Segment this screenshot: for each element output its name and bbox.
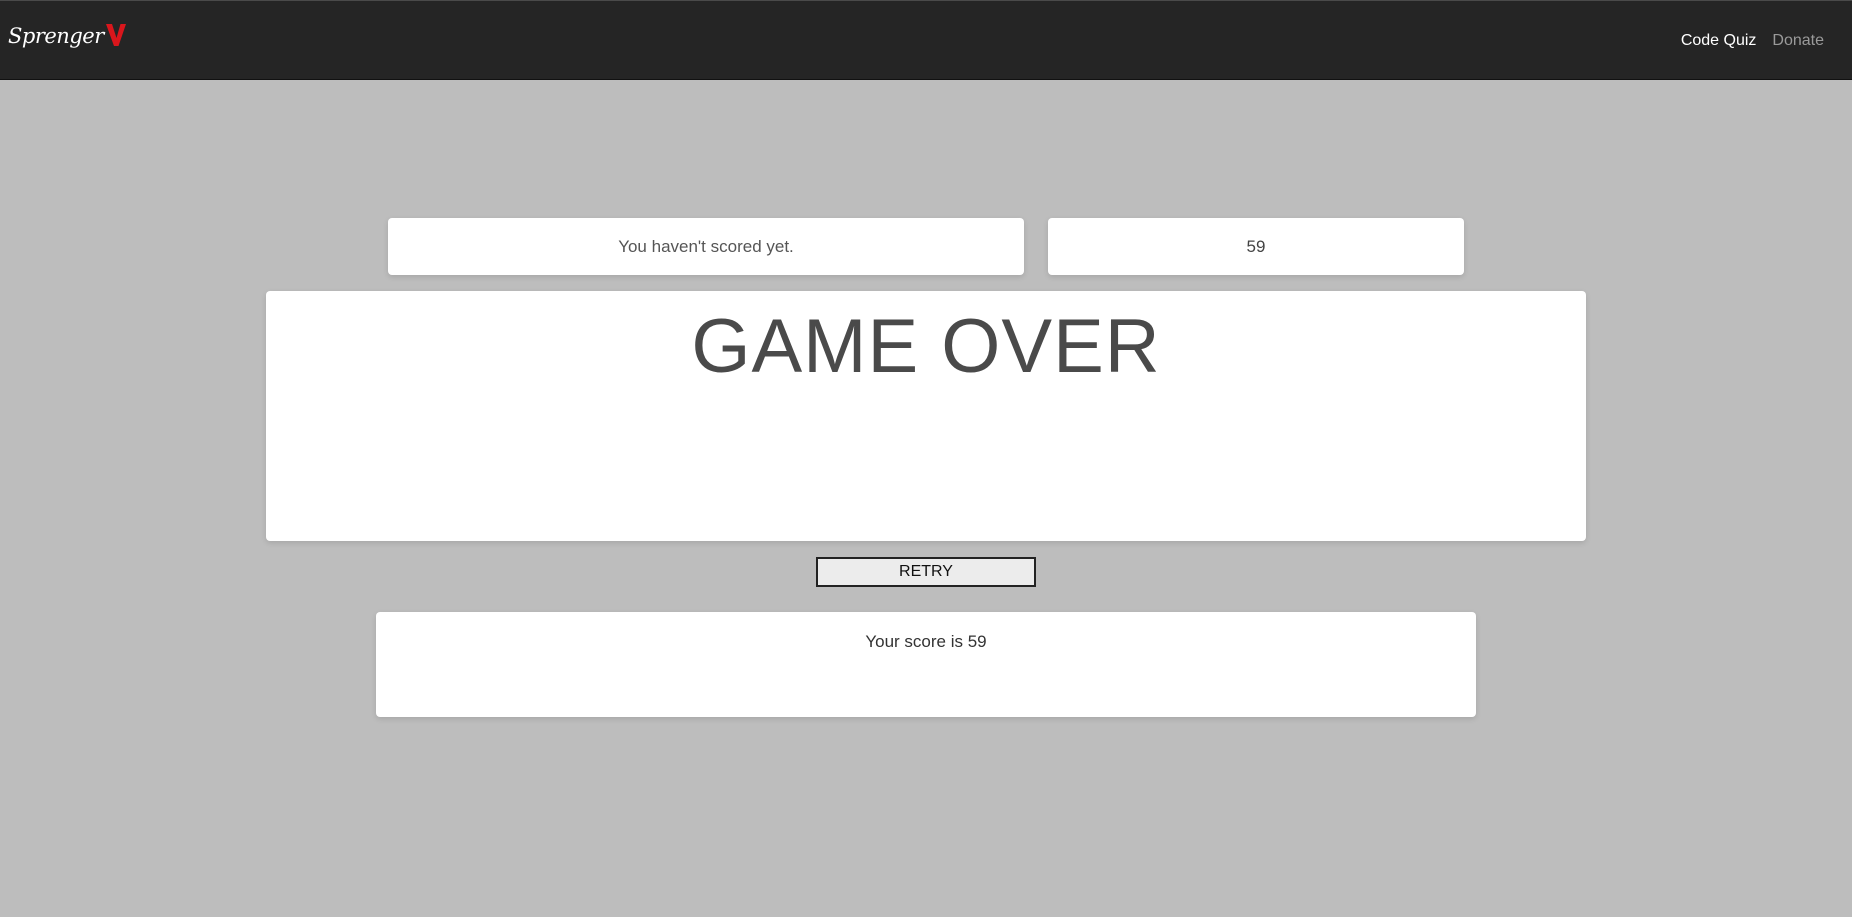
game-over-heading: GAME OVER	[691, 304, 1161, 389]
brand-logo[interactable]: Sprenger	[8, 21, 127, 47]
final-score-card: Your score is 59	[376, 612, 1476, 717]
final-score-text: Your score is 59	[865, 632, 987, 651]
timer-value: 59	[1246, 236, 1266, 256]
brand-name: Sprenger	[8, 24, 104, 48]
nav-links: Code Quiz Donate	[1665, 1, 1824, 81]
question-card: GAME OVER	[266, 291, 1586, 541]
timer-card: 59	[1048, 218, 1464, 275]
top-navbar: Sprenger Code Quiz Donate	[0, 0, 1852, 80]
red-v-logo-icon	[105, 24, 126, 46]
retry-button[interactable]: RETRY	[816, 557, 1036, 587]
nav-link-code-quiz[interactable]: Code Quiz	[1681, 32, 1757, 50]
score-status-card: You haven't scored yet.	[388, 218, 1024, 275]
score-status-text: You haven't scored yet.	[618, 236, 794, 256]
nav-link-donate[interactable]: Donate	[1772, 32, 1824, 50]
